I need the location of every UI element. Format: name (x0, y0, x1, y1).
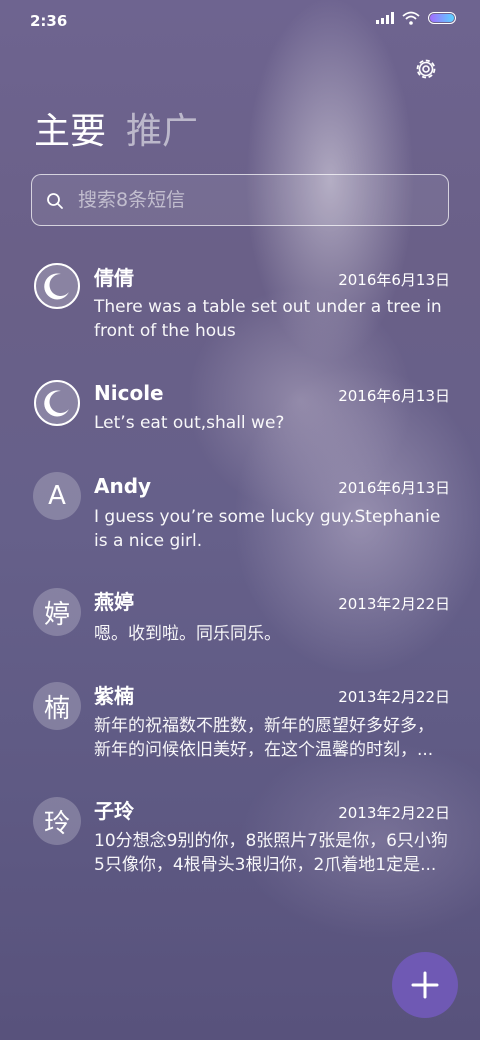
tab-promotions[interactable]: 推广 (126, 108, 198, 156)
status-icons (376, 11, 456, 25)
message-preview: Let’s eat out,shall we? (94, 413, 285, 433)
message-date: 2013年2月22日 (338, 595, 450, 613)
status-bar: 2:36 (0, 0, 480, 44)
contact-name: 倩倩 (94, 266, 134, 290)
contact-name: Andy (94, 474, 152, 498)
status-time: 2:36 (30, 12, 68, 30)
category-tabs: 主要 推广 (34, 108, 198, 156)
moon-avatar-icon (34, 263, 80, 309)
contact-name: 子玲 (94, 799, 134, 823)
avatar: 玲 (33, 797, 81, 845)
wifi-icon (402, 11, 420, 25)
contact-name: 燕婷 (94, 590, 134, 614)
message-preview: 10分想念9别的你，8张照片7张是你，6只小狗5只像你，4根骨头3根归你，2爪着… (94, 831, 448, 875)
message-date: 2016年6月13日 (338, 387, 450, 405)
message-preview: 新年的祝福数不胜数，新年的愿望好多好多，新年的问候依旧美好，在这个温馨的时刻，.… (94, 716, 434, 760)
signal-icon (376, 12, 394, 24)
search-icon (47, 193, 63, 209)
message-date: 2013年2月22日 (338, 804, 450, 822)
message-preview: 嗯。收到啦。同乐同乐。 (94, 624, 281, 644)
search-bar[interactable] (31, 174, 449, 226)
settings-gear-icon[interactable] (413, 56, 439, 82)
message-preview: I guess you’re some lucky guy.Stephanie … (94, 507, 441, 551)
plus-icon (411, 971, 439, 999)
tab-primary[interactable]: 主要 (34, 108, 106, 156)
contact-name: Nicole (94, 381, 164, 405)
avatar: 婷 (33, 588, 81, 636)
compose-fab-button[interactable] (392, 952, 458, 1018)
search-input[interactable] (78, 175, 438, 224)
avatar: 楠 (33, 682, 81, 730)
message-date: 2016年6月13日 (338, 271, 450, 289)
message-date: 2016年6月13日 (338, 479, 450, 497)
avatar: A (33, 472, 81, 520)
contact-name: 紫楠 (94, 684, 134, 708)
message-date: 2013年2月22日 (338, 688, 450, 706)
battery-icon (428, 12, 456, 24)
moon-avatar-icon (34, 380, 80, 426)
message-preview: There was a table set out under a tree i… (94, 297, 442, 341)
